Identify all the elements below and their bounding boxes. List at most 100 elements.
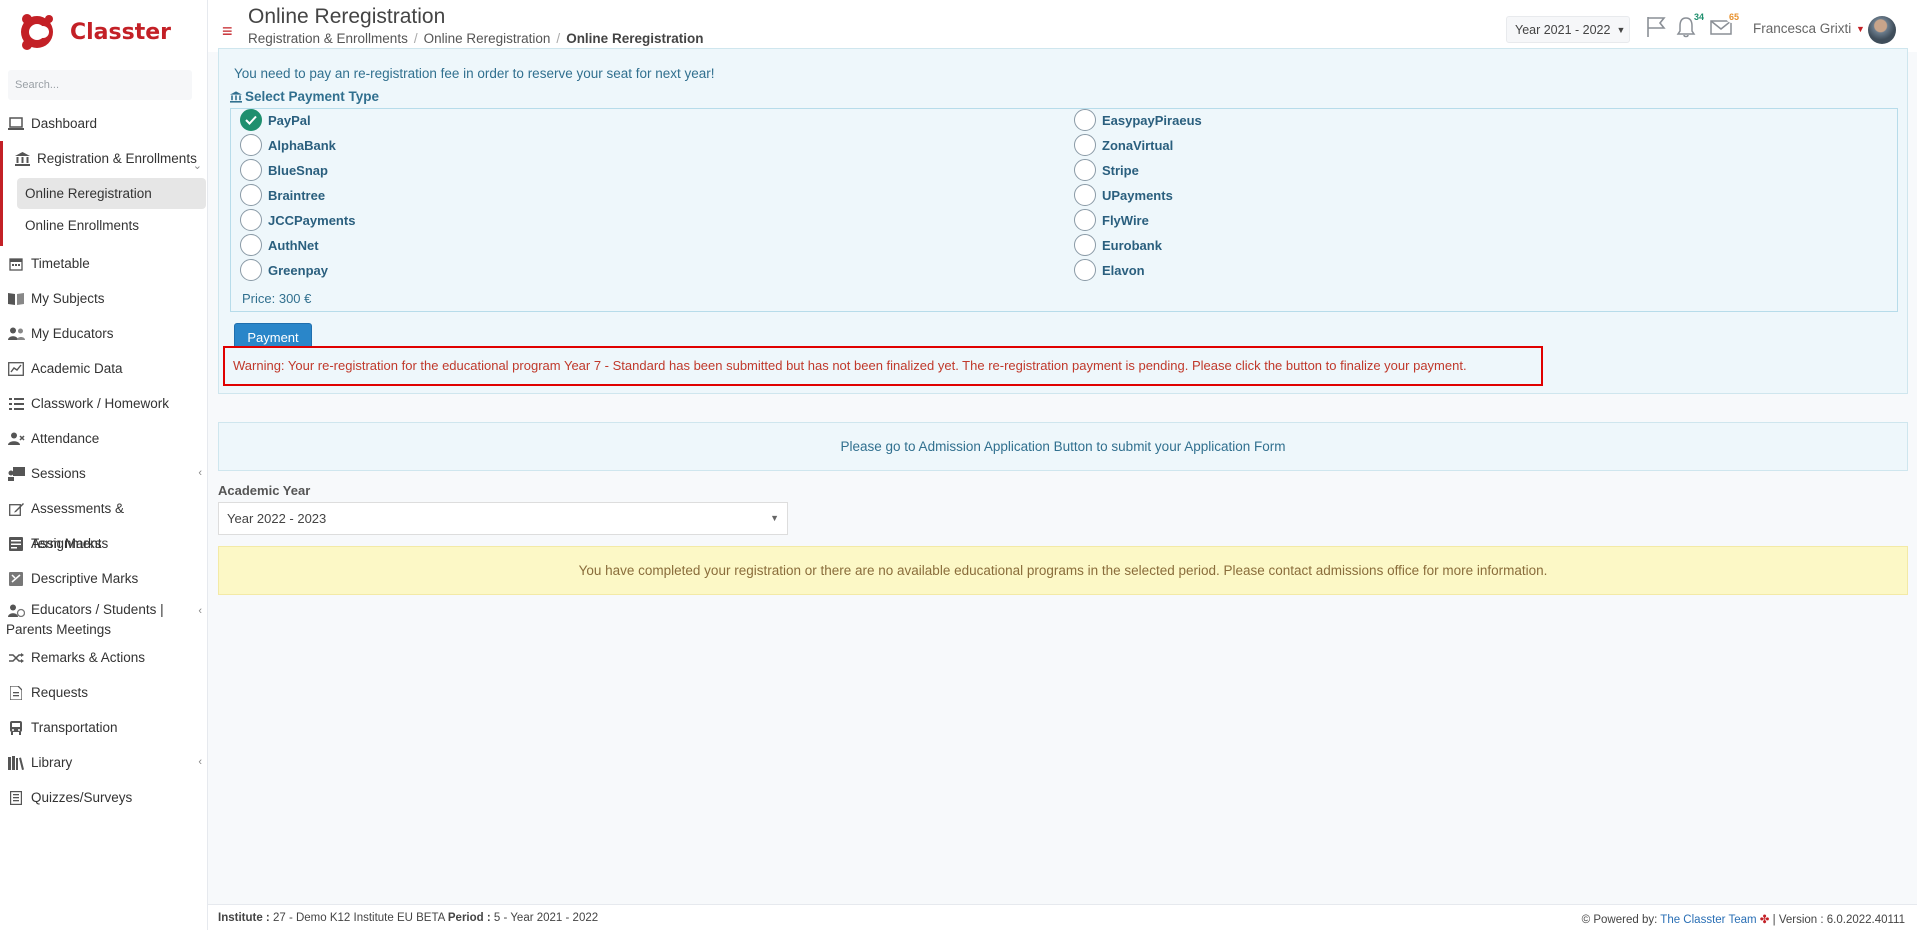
marks-icon [6, 526, 26, 561]
chevron-left-icon: ‹ [198, 756, 202, 768]
sidebar-item-my-subjects[interactable]: My Subjects [0, 281, 208, 316]
sidebar-item-library[interactable]: Library ‹ [0, 745, 208, 780]
payment-option-authnet[interactable]: AuthNet [240, 234, 319, 256]
classter-team-link[interactable]: The Classter Team [1660, 914, 1756, 926]
sidebar-item-meetings[interactable]: Educators / Students | Parents Meetings … [0, 596, 208, 640]
year-selector[interactable]: Year 2021 - 2022 ▼ [1506, 16, 1630, 43]
sidebar-item-sessions[interactable]: Sessions ‹ [0, 456, 208, 491]
payment-type-label-text: Select Payment Type [245, 89, 380, 104]
radio[interactable] [240, 209, 262, 231]
search-input[interactable] [8, 70, 192, 100]
sidebar-item-academic-data[interactable]: Academic Data [0, 351, 208, 386]
payment-option-label: Braintree [268, 187, 326, 203]
payment-option-alphabank[interactable]: AlphaBank [240, 134, 336, 156]
radio[interactable] [1074, 109, 1096, 131]
payment-option-braintree[interactable]: Braintree [240, 184, 325, 206]
book-icon [6, 281, 26, 316]
sidebar-item-timetable[interactable]: Timetable [0, 246, 208, 281]
radio[interactable] [240, 234, 262, 256]
footer-info: Institute : 27 - Demo K12 Institute EU B… [218, 912, 598, 924]
payment-option-eurobank[interactable]: Eurobank [1074, 234, 1162, 256]
sidebar-item-label: Registration & Enrollments [37, 151, 197, 166]
payment-option-zonavirtual[interactable]: ZonaVirtual [1074, 134, 1173, 156]
payment-option-label: ZonaVirtual [1102, 137, 1174, 153]
envelope-icon[interactable]: 65 [1710, 11, 1742, 40]
radio[interactable] [240, 134, 262, 156]
radio[interactable] [1074, 134, 1096, 156]
payment-option-label: Eurobank [1102, 237, 1162, 253]
payment-option-flywire[interactable]: FlyWire [1074, 209, 1149, 231]
sidebar-item-descriptive-marks[interactable]: Descriptive Marks [0, 561, 208, 596]
payment-option-greenpay[interactable]: Greenpay [240, 259, 328, 281]
bank-icon [12, 141, 32, 176]
payment-option-upayments[interactable]: UPayments [1074, 184, 1173, 206]
breadcrumb-item[interactable]: Online Reregistration [424, 31, 551, 46]
radio[interactable] [1074, 184, 1096, 206]
notifications-badge: 34 [1690, 11, 1707, 23]
institute-value: 27 - Demo K12 Institute EU BETA [272, 912, 445, 924]
caret-down-icon[interactable]: ▼ [1856, 24, 1865, 34]
sidebar: Classter Dashboard Registration & Enroll… [0, 0, 208, 930]
payment-option-easypaypiraeus[interactable]: EasypayPiraeus [1074, 109, 1202, 131]
radio[interactable] [240, 184, 262, 206]
sidebar-item-label: Classwork / Homework [31, 396, 170, 411]
price-label: Price: 300 € [242, 291, 312, 306]
year-selector-label: Year 2021 - 2022 [1515, 22, 1611, 37]
breadcrumb-current: Online Reregistration [566, 31, 704, 46]
caret-down-icon: ▼ [770, 513, 779, 523]
radio[interactable] [1074, 209, 1096, 231]
sidebar-item-my-educators[interactable]: My Educators [0, 316, 208, 351]
sidebar-item-label: Academic Data [31, 361, 123, 376]
bell-icon[interactable]: 34 [1675, 11, 1707, 40]
academic-year-select[interactable]: Year 2022 - 2023 ▼ [218, 502, 788, 535]
registration-submenu: Online Reregistration Online Enrollments [0, 176, 208, 246]
sidebar-item-transportation[interactable]: Transportation [0, 710, 208, 745]
sidebar-item-classwork-homework[interactable]: Classwork / Homework [0, 386, 208, 421]
meetings-label-text: Educators / Students | Parents Meetings [6, 602, 164, 637]
payment-option-jccpayments[interactable]: JCCPayments [240, 209, 355, 231]
document-icon [6, 675, 26, 710]
sidebar-item-assessments[interactable]: Assessments & Assignments [0, 491, 208, 551]
radio[interactable] [1074, 159, 1096, 181]
payment-option-bluesnap[interactable]: BlueSnap [240, 159, 328, 181]
sidebar-item-quizzes-surveys[interactable]: Quizzes/Surveys [0, 780, 208, 815]
radio[interactable] [1074, 234, 1096, 256]
breadcrumb-item[interactable]: Registration & Enrollments [248, 31, 408, 46]
period-label: Period : [447, 912, 491, 924]
sidebar-item-label: Timetable [31, 256, 90, 271]
payment-option-label: BlueSnap [268, 162, 328, 178]
library-icon [6, 745, 26, 780]
sidebar-item-dashboard[interactable]: Dashboard [0, 106, 208, 141]
sidebar-item-term-marks[interactable]: Term Marks [0, 526, 208, 561]
flag-icon[interactable] [1645, 16, 1669, 40]
classter-logo[interactable]: Classter [18, 10, 171, 54]
payment-option-paypal[interactable]: PayPal [240, 109, 311, 131]
footer-credits: © Powered by: The Classter Team ✤ | Vers… [1582, 912, 1905, 926]
sidebar-item-attendance[interactable]: Attendance [0, 421, 208, 456]
sidebar-item-label: Transportation [31, 720, 118, 735]
sidebar-item-requests[interactable]: Requests [0, 675, 208, 710]
powered-by-label: Powered by: [1593, 914, 1658, 926]
sidebar-subitem-online-reregistration[interactable]: Online Reregistration [17, 178, 206, 209]
radio-checked[interactable] [240, 109, 262, 131]
radio[interactable] [240, 159, 262, 181]
radio[interactable] [1074, 259, 1096, 281]
user-name[interactable]: Francesca Grixti [1753, 21, 1851, 36]
sidebar-subitem-online-enrollments[interactable]: Online Enrollments [17, 210, 206, 241]
radio[interactable] [240, 259, 262, 281]
payment-option-label: UPayments [1102, 187, 1173, 203]
sidebar-item-registration[interactable]: Registration & Enrollments ⌄ [0, 141, 208, 176]
classter-small-logo-icon: ✤ [1759, 914, 1770, 926]
menu-toggle-icon[interactable]: ≡ [222, 22, 233, 40]
page-title: Online Reregistration [248, 5, 446, 28]
payment-option-elavon[interactable]: Elavon [1074, 259, 1145, 281]
chevron-left-icon: ‹ [198, 605, 202, 617]
payment-option-stripe[interactable]: Stripe [1074, 159, 1139, 181]
sidebar-nav: Dashboard Registration & Enrollments ⌄ O… [0, 106, 208, 815]
sidebar-item-label: Library [31, 755, 73, 770]
payment-option-label: Greenpay [268, 262, 328, 278]
sidebar-item-remarks-actions[interactable]: Remarks & Actions [0, 640, 208, 675]
avatar[interactable] [1868, 16, 1896, 44]
version-label: | Version : 6.0.2022.40111 [1772, 914, 1905, 926]
payment-option-label: PayPal [268, 112, 311, 128]
